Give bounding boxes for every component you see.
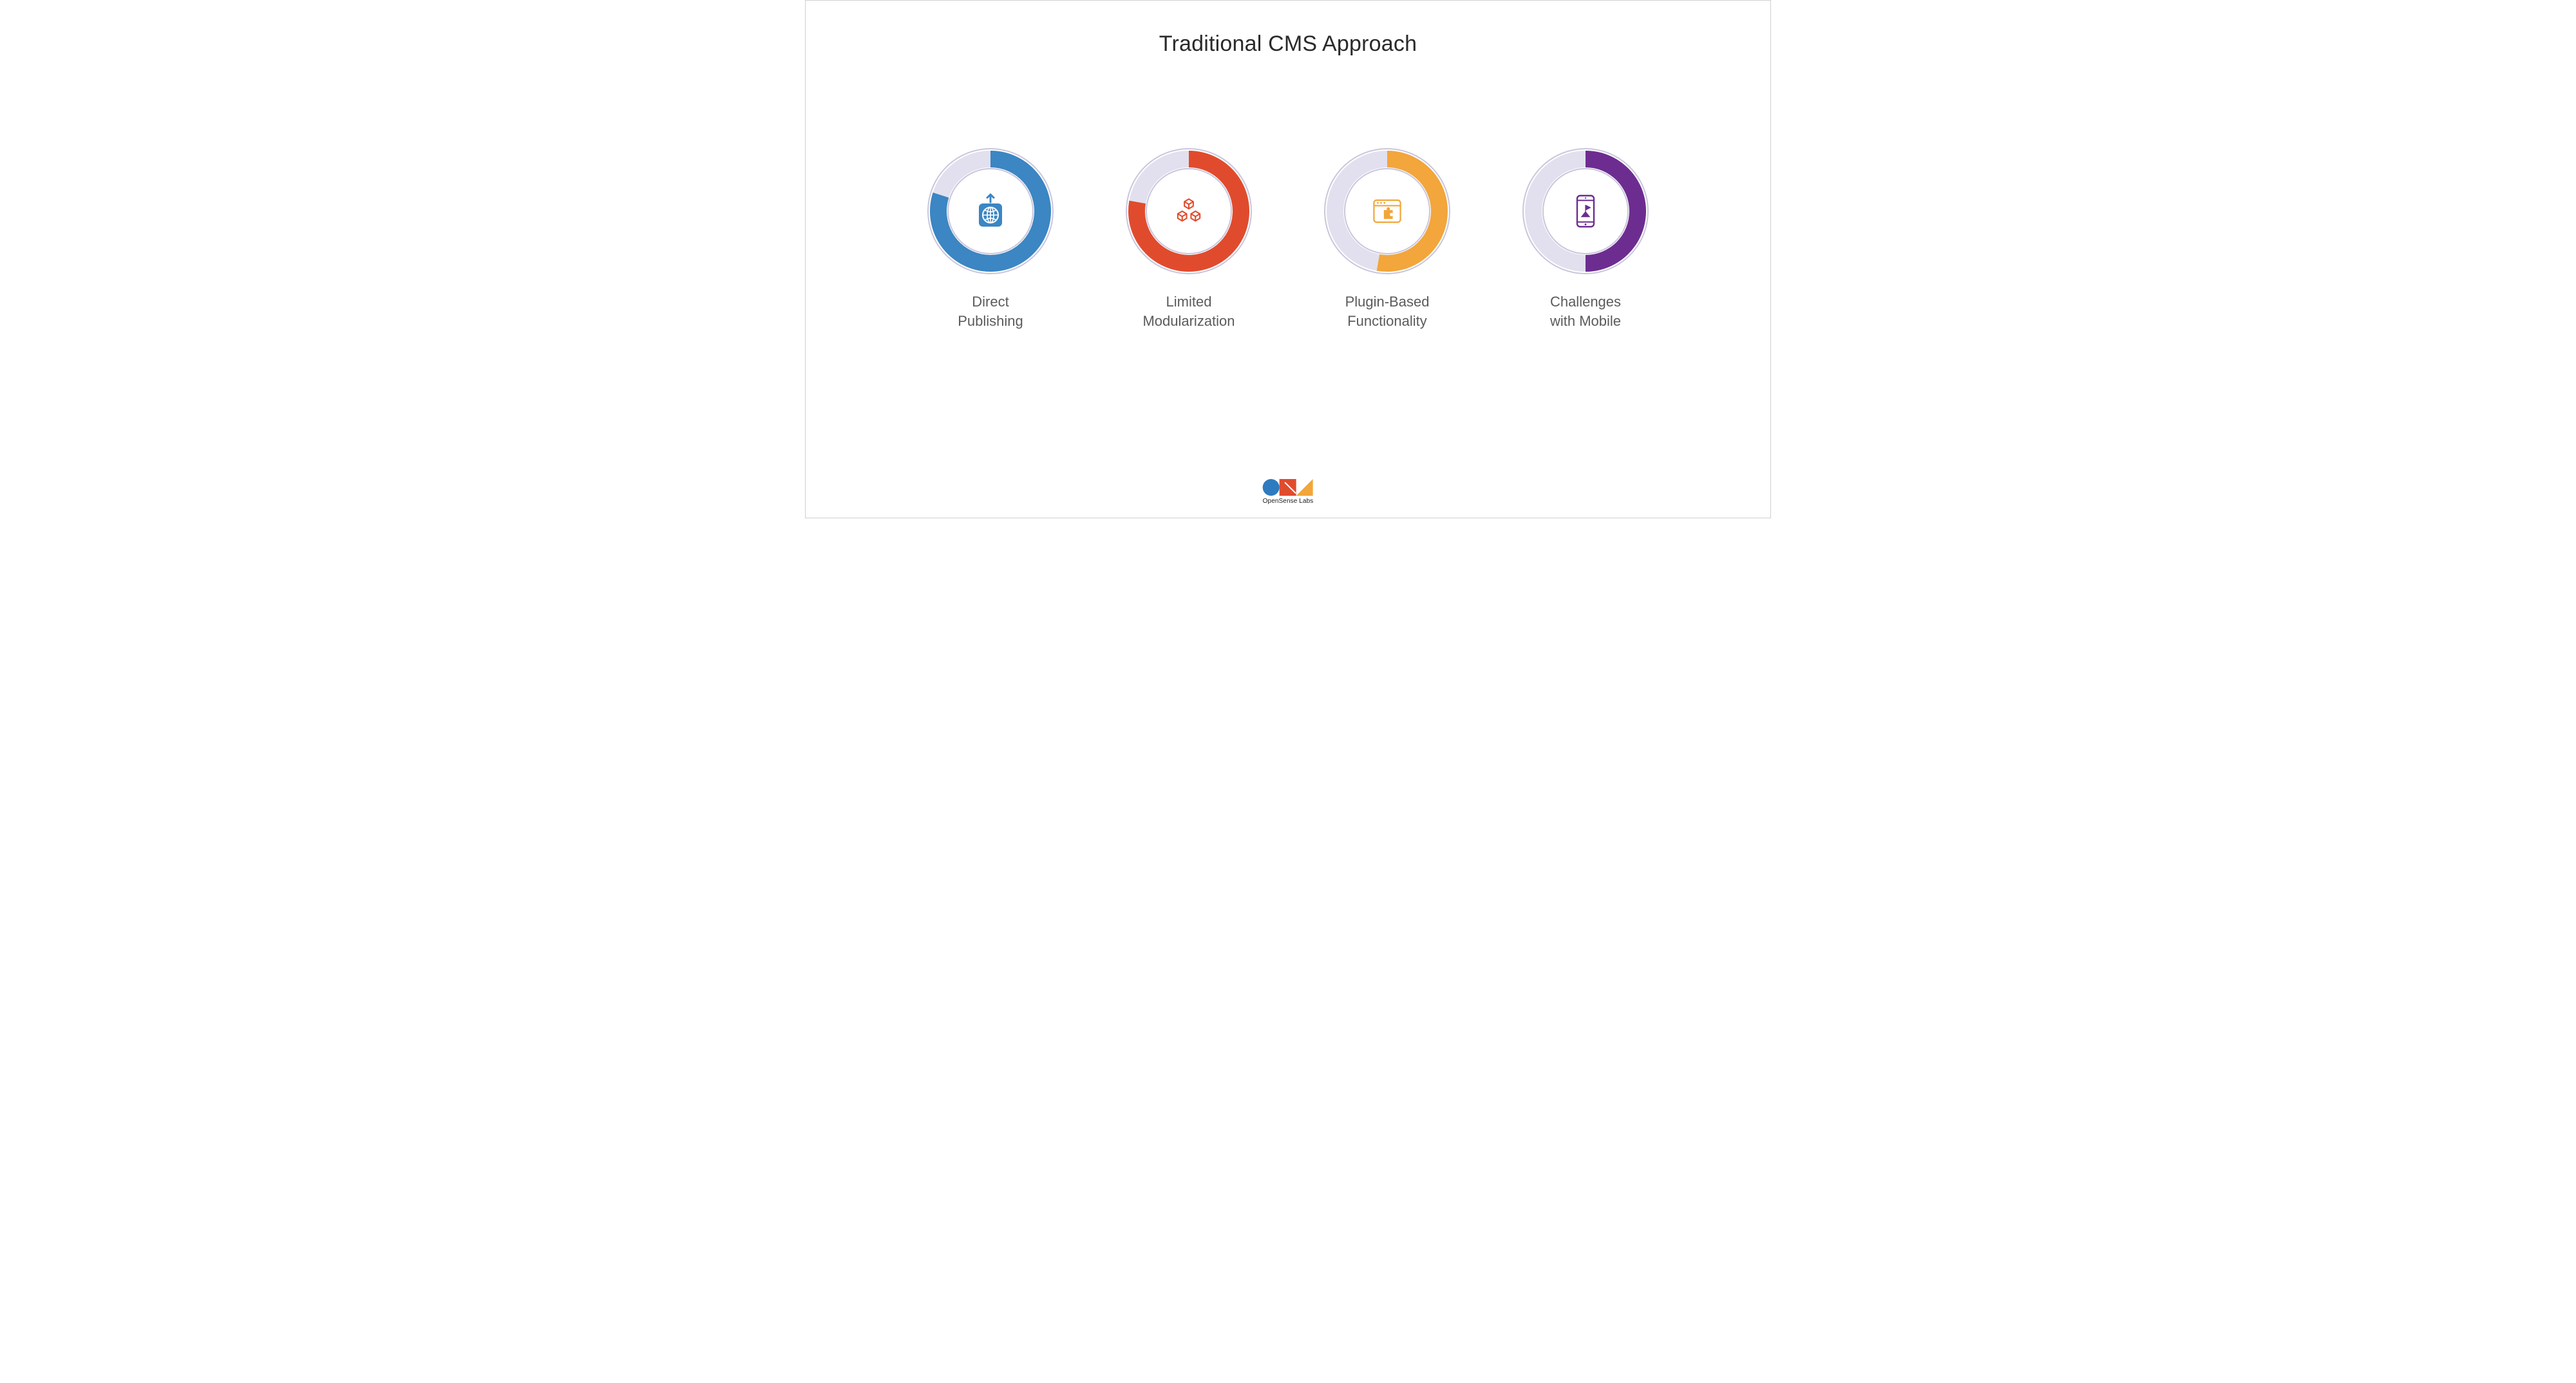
logo-shapes xyxy=(1263,479,1313,496)
ring xyxy=(1124,147,1253,276)
ring xyxy=(1323,147,1452,276)
browser-puzzle-icon xyxy=(1323,147,1452,276)
item-label: Plugin-BasedFunctionality xyxy=(1345,292,1430,330)
logo-square-icon xyxy=(1280,479,1296,496)
footer-logo: OpenSense Labs xyxy=(1263,479,1314,505)
globe-upload-icon xyxy=(926,147,1055,276)
logo-triangle-icon xyxy=(1296,479,1313,496)
item-label: LimitedModularization xyxy=(1142,292,1235,330)
ring xyxy=(926,147,1055,276)
diagram-canvas: Traditional CMS Approach DirectPublishin… xyxy=(805,0,1771,518)
diagram-item: Challengeswith Mobile xyxy=(1515,147,1656,330)
phone-flag-icon xyxy=(1521,147,1650,276)
cubes-icon xyxy=(1124,147,1253,276)
diagram-title: Traditional CMS Approach xyxy=(1159,32,1417,57)
diagram-item: DirectPublishing xyxy=(920,147,1061,330)
ring xyxy=(1521,147,1650,276)
item-label: Challengeswith Mobile xyxy=(1550,292,1621,330)
diagram-item: LimitedModularization xyxy=(1118,147,1260,330)
items-row: DirectPublishing LimitedModularization P… xyxy=(920,147,1656,330)
item-label: DirectPublishing xyxy=(958,292,1023,330)
diagram-item: Plugin-BasedFunctionality xyxy=(1316,147,1458,330)
